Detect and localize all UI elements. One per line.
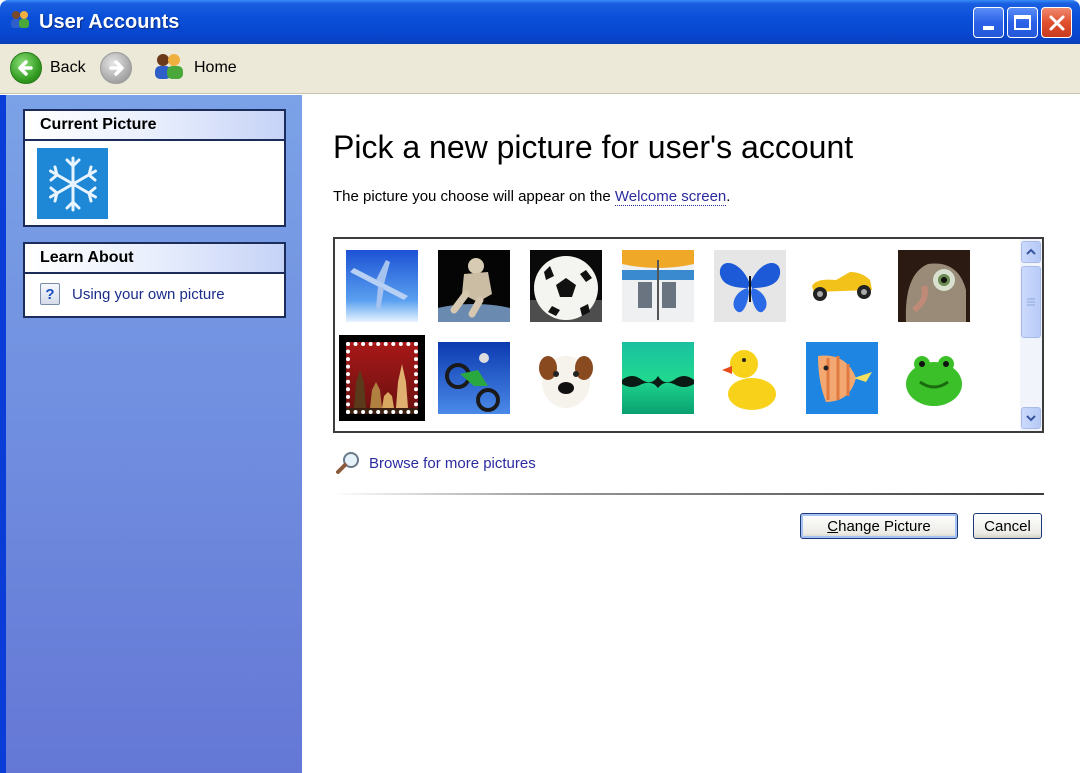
close-icon — [1049, 15, 1064, 30]
picture-soccer-ball[interactable] — [530, 250, 602, 322]
home-label: Home — [194, 59, 237, 76]
picture-list — [333, 237, 1044, 433]
picture-dirt-bike[interactable] — [438, 342, 510, 414]
current-picture-snowflake — [37, 148, 108, 219]
grip-icon — [1027, 298, 1035, 306]
picture-drip[interactable] — [622, 342, 694, 414]
navigation-toolbar: Back Home — [0, 44, 1080, 94]
maximize-button[interactable] — [1007, 7, 1038, 38]
forward-arrow-icon — [100, 52, 132, 84]
browse-pictures-link[interactable]: Browse for more pictures — [335, 451, 536, 475]
current-picture-panel: Current Picture — [23, 109, 286, 227]
user-accounts-icon — [9, 9, 31, 31]
description-prefix: The picture you choose will appear on th… — [333, 188, 615, 205]
learn-link-label: Using your own picture — [72, 285, 225, 303]
picture-airplane[interactable] — [346, 250, 418, 322]
minimize-button[interactable] — [973, 7, 1004, 38]
chevron-up-icon — [1026, 248, 1036, 255]
help-icon: ? — [40, 283, 60, 305]
picture-frog[interactable] — [898, 342, 970, 414]
change-picture-label: hange Picture — [838, 517, 931, 535]
main-content: Pick a new picture for user's account Th… — [302, 95, 1080, 773]
chevron-down-icon — [1026, 415, 1036, 422]
change-picture-accesskey: C — [827, 517, 839, 535]
picture-race-car[interactable] — [806, 250, 878, 322]
welcome-screen-link[interactable]: Welcome screen — [614, 188, 727, 206]
change-picture-button[interactable]: Change Picture — [800, 513, 958, 539]
learn-about-header: Learn About — [25, 244, 284, 274]
picture-rubber-duck[interactable] — [714, 342, 786, 414]
home-users-icon — [152, 51, 186, 86]
learn-about-panel: Learn About ? Using your own picture — [23, 242, 286, 318]
picture-dog[interactable] — [530, 342, 602, 414]
maximize-icon — [1014, 15, 1031, 30]
back-label: Back — [50, 59, 86, 76]
scroll-up-button[interactable] — [1021, 241, 1041, 263]
cancel-button[interactable]: Cancel — [973, 513, 1042, 539]
back-arrow-icon — [10, 52, 42, 84]
description-text: The picture you choose will appear on th… — [333, 188, 731, 206]
home-button[interactable]: Home — [152, 50, 237, 86]
picture-beach-chairs[interactable] — [622, 250, 694, 322]
forward-button[interactable] — [100, 50, 132, 86]
back-button[interactable]: Back — [10, 50, 86, 86]
picture-list-scrollbar[interactable] — [1020, 239, 1042, 431]
scroll-thumb[interactable] — [1021, 266, 1041, 338]
divider — [333, 493, 1044, 495]
picture-chess[interactable] — [339, 335, 425, 421]
description-suffix: . — [726, 188, 731, 205]
magnifier-icon — [336, 452, 359, 474]
task-pane: Current Picture Learn About ? Using your… — [0, 95, 302, 773]
picture-fish[interactable] — [806, 342, 878, 414]
close-button[interactable] — [1041, 7, 1072, 38]
page-heading: Pick a new picture for user's account — [333, 129, 854, 165]
picture-astronaut[interactable] — [438, 250, 510, 322]
current-picture-header: Current Picture — [25, 111, 284, 141]
window-title: User Accounts — [39, 11, 180, 33]
picture-butterfly[interactable] — [714, 250, 786, 322]
scroll-down-button[interactable] — [1021, 407, 1041, 429]
title-bar[interactable]: User Accounts — [0, 0, 1080, 44]
picture-cat[interactable] — [898, 250, 970, 322]
browse-pictures-label: Browse for more pictures — [369, 454, 536, 472]
minimize-icon — [983, 25, 994, 30]
learn-link-own-picture[interactable]: ? Using your own picture — [25, 274, 284, 305]
